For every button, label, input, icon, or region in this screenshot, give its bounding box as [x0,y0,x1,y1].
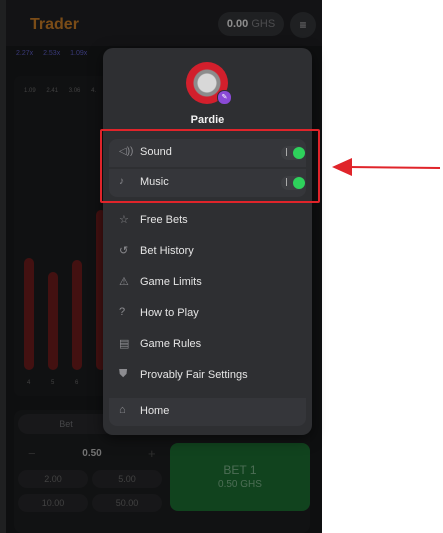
annotation-arrow [332,158,440,176]
menu-item-home[interactable]: ⌂ Home [109,398,306,426]
menu-item-game-rules[interactable]: ▤ Game Rules [109,331,306,359]
menu-item-label: Game Rules [140,338,202,350]
home-icon: ⌂ [119,404,126,416]
menu-item-bet-history[interactable]: ↺ Bet History [109,238,306,266]
menu-item-game-limits[interactable]: ⚠ Game Limits [109,269,306,297]
history-icon: ↺ [119,245,129,257]
menu-item-label: Home [140,405,170,417]
star-icon: ☆ [119,214,129,226]
menu-item-label: How to Play [140,307,199,319]
menu-item-label: Free Bets [140,214,188,226]
menu-item-label: Provably Fair Settings [140,369,248,381]
menu-item-free-bets[interactable]: ☆ Free Bets [109,207,306,235]
menu-item-label: Game Limits [140,276,202,288]
edit-avatar-icon[interactable]: ✎ [217,90,232,105]
menu-item-provably-fair[interactable]: ⛊ Provably Fair Settings [109,362,306,390]
shield-icon: ⛊ [119,368,128,380]
username: Pardie [190,114,225,126]
question-icon: ? [119,306,126,318]
menu-item-how-to-play[interactable]: ? How to Play [109,300,306,328]
warning-icon: ⚠ [119,276,129,288]
document-icon: ▤ [119,338,130,350]
user-menu: ✎ Pardie ◁)) Sound ♪ Music ☆ Free Bets ↺… [103,48,312,435]
annotation-highlight-box [100,129,320,203]
menu-item-label: Bet History [140,245,194,257]
